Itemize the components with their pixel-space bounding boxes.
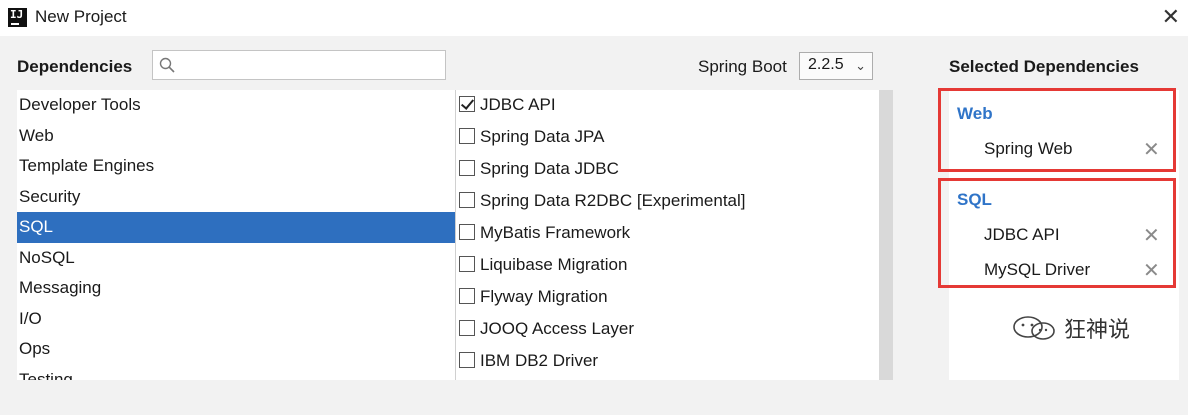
- dependency-item[interactable]: JOOQ Access Layer: [456, 314, 880, 346]
- dependency-label: JDBC API: [480, 95, 556, 114]
- dependency-item[interactable]: IBM DB2 Driver: [456, 346, 880, 378]
- checkbox[interactable]: [459, 192, 475, 208]
- watermark-text: 狂神说: [1064, 318, 1131, 343]
- dependency-item[interactable]: Spring Data R2DBC [Experimental]: [456, 186, 880, 218]
- dependency-item[interactable]: Flyway Migration: [456, 282, 880, 314]
- dependency-item[interactable]: Spring Data JDBC: [456, 154, 880, 186]
- dependency-label: Spring Data R2DBC [Experimental]: [480, 191, 746, 210]
- checkbox[interactable]: [459, 288, 475, 304]
- spring-boot-label: Spring Boot: [698, 57, 787, 76]
- selected-item-jdbc-api: JDBC API: [984, 225, 1060, 244]
- category-item[interactable]: Ops: [17, 334, 455, 365]
- category-item[interactable]: Security: [17, 182, 455, 213]
- dependency-label: Liquibase Migration: [480, 255, 628, 274]
- dependency-item[interactable]: Liquibase Migration: [456, 250, 880, 282]
- dependency-list: JDBC API Spring Data JPA Spring Data JDBC S…: [455, 90, 880, 380]
- close-icon[interactable]: ✕: [1162, 4, 1180, 30]
- category-item[interactable]: NoSQL: [17, 243, 455, 274]
- category-item[interactable]: Developer Tools: [17, 90, 455, 121]
- selected-group-web: [938, 88, 1176, 172]
- chevron-down-icon: ⌄: [855, 58, 866, 73]
- checkbox[interactable]: [459, 160, 475, 176]
- search-input[interactable]: [152, 50, 446, 80]
- selected-dependencies-heading: Selected Dependencies: [949, 57, 1139, 76]
- spring-boot-version-value: 2.2.5: [808, 56, 844, 73]
- title-bar: IJ New Project ✕: [0, 0, 1188, 36]
- wechat-icon: [1013, 316, 1055, 340]
- dependency-label: MyBatis Framework: [480, 223, 631, 242]
- dependency-item[interactable]: MyBatis Framework: [456, 218, 880, 250]
- category-item[interactable]: Testing: [17, 365, 455, 381]
- dependency-label: IBM DB2 Driver: [480, 351, 599, 370]
- checkbox[interactable]: [459, 256, 475, 272]
- window-title: New Project: [35, 7, 127, 26]
- dependency-item[interactable]: Spring Data JPA: [456, 122, 880, 154]
- intellij-icon: IJ: [8, 8, 27, 27]
- category-item[interactable]: Messaging: [17, 273, 455, 304]
- dependency-label: Flyway Migration: [480, 287, 608, 306]
- dependency-item[interactable]: JDBC API: [456, 90, 880, 122]
- category-item[interactable]: Template Engines: [17, 151, 455, 182]
- category-item[interactable]: SQL: [17, 212, 455, 243]
- checkbox[interactable]: [459, 320, 475, 336]
- group-title-sql: SQL: [957, 190, 992, 209]
- selected-item-spring-web: Spring Web: [984, 139, 1073, 158]
- checkbox[interactable]: [459, 352, 475, 368]
- dependency-label: JOOQ Access Layer: [480, 319, 634, 338]
- dependency-label: Spring Data JDBC: [480, 159, 619, 178]
- category-item[interactable]: I/O: [17, 304, 455, 335]
- category-list: Developer Tools Web Template Engines Securi…: [17, 90, 455, 380]
- spring-boot-version-select[interactable]: 2.2.5 ⌄: [799, 52, 873, 80]
- remove-icon[interactable]: ✕: [1143, 223, 1160, 248]
- remove-icon[interactable]: ✕: [1143, 258, 1160, 283]
- checked-checkbox[interactable]: [459, 96, 475, 112]
- checkbox[interactable]: [459, 224, 475, 240]
- dependencies-heading: Dependencies: [17, 57, 133, 76]
- dependency-label: Spring Data JPA: [480, 127, 605, 146]
- remove-icon[interactable]: ✕: [1143, 137, 1160, 162]
- search-icon: [159, 57, 175, 73]
- group-title-web: Web: [957, 104, 993, 123]
- dependency-scrollbar-thumb[interactable]: [879, 90, 893, 380]
- checkbox[interactable]: [459, 128, 475, 144]
- category-item[interactable]: Web: [17, 121, 455, 152]
- selected-item-mysql-driver: MySQL Driver: [984, 260, 1091, 279]
